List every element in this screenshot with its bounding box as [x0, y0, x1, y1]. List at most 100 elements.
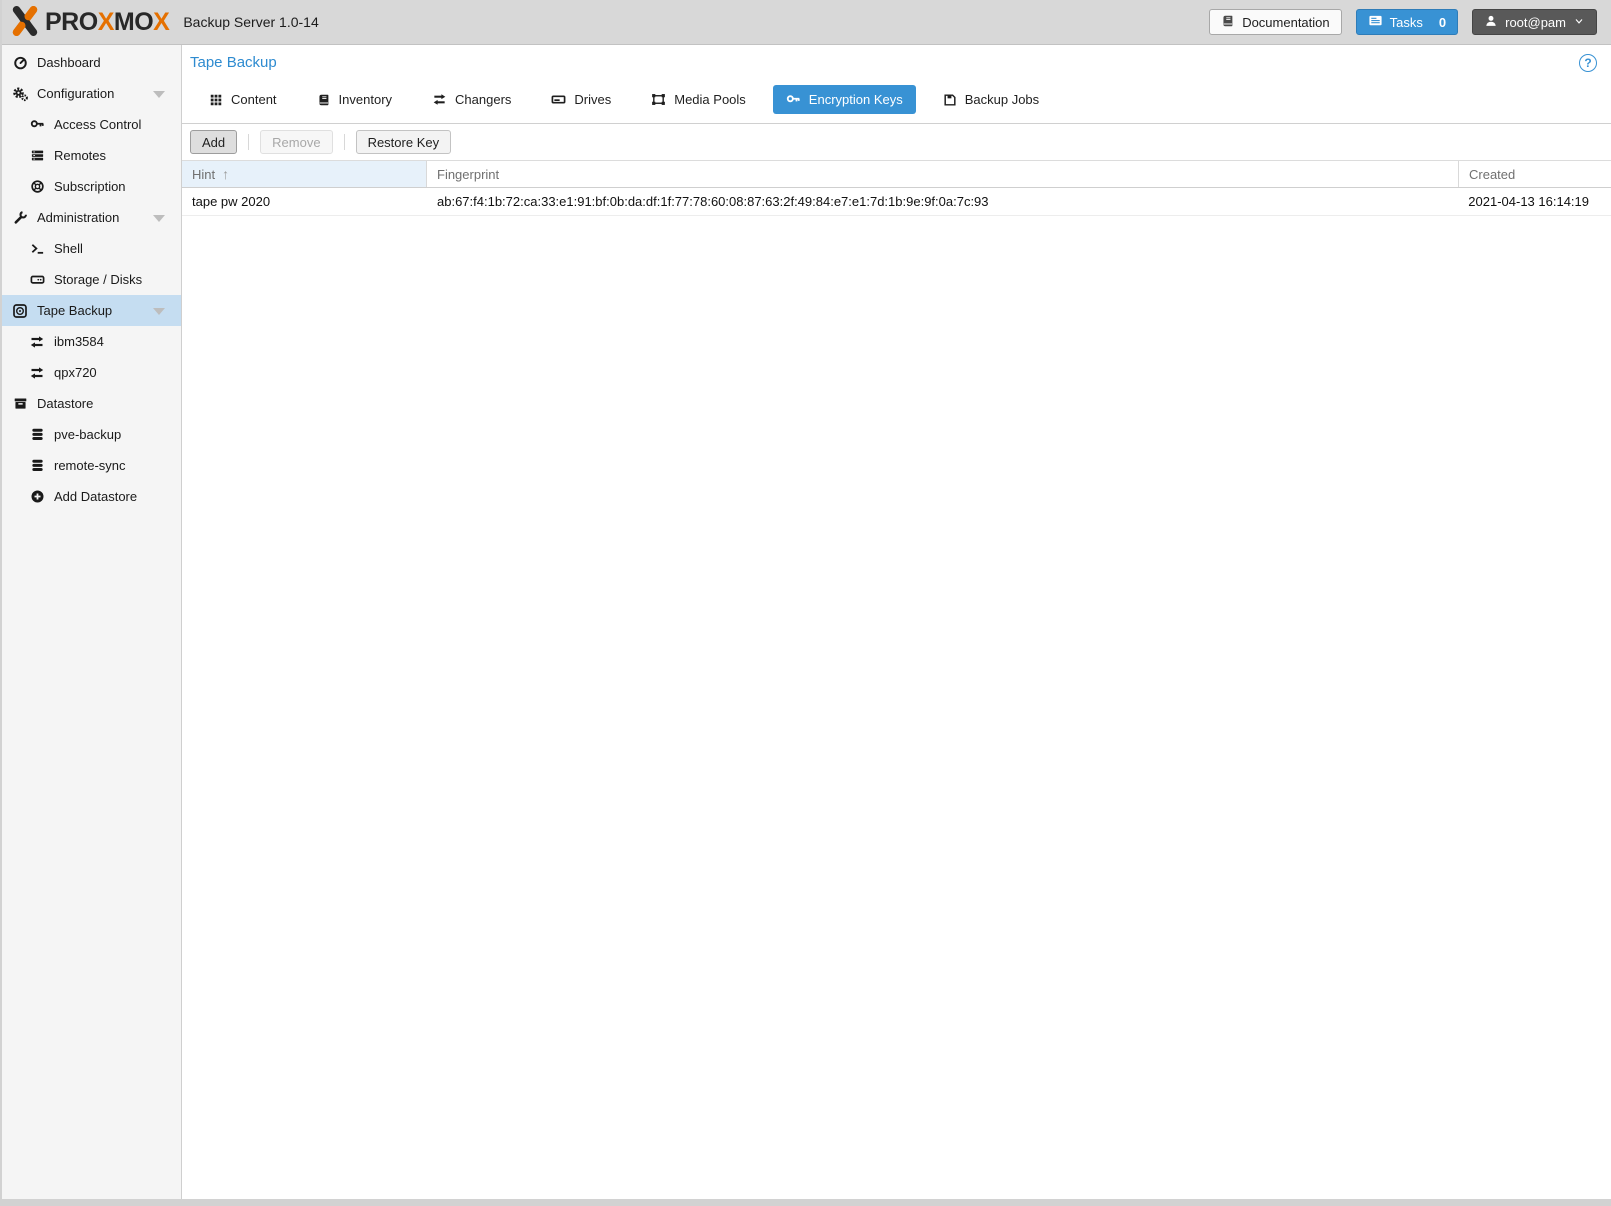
collapse-caret-icon[interactable]	[153, 215, 165, 222]
sidebar-item-access-control[interactable]: Access Control	[2, 109, 181, 140]
tab-label: Inventory	[339, 92, 392, 107]
panel-header: Tape Backup ?	[182, 45, 1611, 124]
server-stack-icon	[29, 148, 45, 164]
tab-media-pools[interactable]: Media Pools	[638, 85, 759, 114]
book-icon	[1221, 14, 1235, 31]
table-empty-area	[182, 216, 1611, 1199]
tape-icon	[12, 303, 28, 319]
cell-hint: tape pw 2020	[182, 194, 427, 209]
sidebar-item-add-datastore[interactable]: Add Datastore	[2, 481, 181, 512]
tab-backup-jobs[interactable]: Backup Jobs	[930, 85, 1052, 114]
proxmox-x-icon	[10, 6, 40, 39]
tab-encryption-keys[interactable]: Encryption Keys	[773, 85, 916, 114]
tab-label: Changers	[455, 92, 511, 107]
collapse-caret-icon[interactable]	[153, 91, 165, 98]
column-header-fingerprint[interactable]: Fingerprint	[427, 161, 1459, 187]
sidebar-item-label: Storage / Disks	[54, 272, 142, 287]
sidebar-item-configuration[interactable]: Configuration	[2, 78, 181, 109]
table-row[interactable]: tape pw 2020 ab:67:f4:1b:72:ca:33:e1:91:…	[182, 188, 1611, 216]
tab-label: Media Pools	[674, 92, 746, 107]
tab-label: Backup Jobs	[965, 92, 1039, 107]
tab-drives[interactable]: Drives	[538, 85, 624, 114]
tabbar: Content Inventory	[182, 72, 1611, 123]
logo-wordmark: PROXMOX	[45, 10, 169, 35]
key-icon	[29, 117, 45, 133]
grid-icon	[209, 93, 223, 107]
sidebar-item-remotes[interactable]: Remotes	[2, 140, 181, 171]
column-header-hint[interactable]: Hint ↑	[182, 161, 427, 187]
sidebar-item-label: Datastore	[37, 396, 93, 411]
body-row: Dashboard Configuration	[2, 45, 1611, 1199]
sidebar-item-ibm3584[interactable]: ibm3584	[2, 326, 181, 357]
object-group-icon	[651, 92, 666, 107]
help-icon[interactable]: ?	[1579, 54, 1597, 72]
wrench-icon	[12, 210, 28, 226]
tab-inventory[interactable]: Inventory	[304, 85, 405, 114]
main-panel: Tape Backup ?	[182, 45, 1611, 1199]
exchange-icon	[29, 365, 45, 381]
user-icon	[1484, 14, 1498, 31]
user-label: root@pam	[1505, 15, 1566, 30]
collapse-caret-icon[interactable]	[153, 308, 165, 315]
tasks-count-badge: 0	[1439, 15, 1446, 30]
sidebar-item-dashboard[interactable]: Dashboard	[2, 47, 181, 78]
sort-asc-icon: ↑	[222, 166, 229, 182]
documentation-label: Documentation	[1242, 15, 1329, 30]
add-button[interactable]: Add	[190, 130, 237, 154]
sidebar-item-label: Access Control	[54, 117, 141, 132]
sidebar: Dashboard Configuration	[2, 45, 182, 1199]
key-icon	[786, 92, 801, 107]
cell-created: 2021-04-13 16:14:19	[1459, 194, 1611, 209]
chevron-down-icon	[1573, 15, 1585, 30]
product-version-title: Backup Server 1.0-14	[183, 14, 318, 30]
sidebar-item-administration[interactable]: Administration	[2, 202, 181, 233]
sidebar-item-storage-disks[interactable]: Storage / Disks	[2, 264, 181, 295]
toolbar-separator	[248, 134, 249, 150]
topbar-actions: Documentation Tasks 0	[1209, 9, 1597, 35]
tasks-button[interactable]: Tasks 0	[1356, 9, 1458, 35]
save-floppy-icon	[943, 93, 957, 107]
dashboard-icon	[12, 55, 28, 71]
hdd-icon	[29, 272, 45, 288]
archive-box-icon	[12, 396, 28, 412]
task-list-icon	[1368, 13, 1383, 31]
app-shell: PROXMOX Backup Server 1.0-14 Documentati…	[2, 0, 1611, 1199]
page-title: Tape Backup	[190, 54, 277, 72]
sidebar-item-subscription[interactable]: Subscription	[2, 171, 181, 202]
sidebar-item-label: Dashboard	[37, 55, 101, 70]
sidebar-item-datastore[interactable]: Datastore	[2, 388, 181, 419]
life-ring-icon	[29, 179, 45, 195]
proxmox-logo: PROXMOX	[2, 6, 179, 39]
restore-key-button[interactable]: Restore Key	[356, 130, 452, 154]
sidebar-item-qpx720[interactable]: qpx720	[2, 357, 181, 388]
exchange-icon	[432, 92, 447, 107]
remove-button[interactable]: Remove	[260, 130, 332, 154]
sidebar-item-shell[interactable]: Shell	[2, 233, 181, 264]
sidebar-item-label: Configuration	[37, 86, 114, 101]
sidebar-item-label: ibm3584	[54, 334, 104, 349]
sidebar-item-remote-sync[interactable]: remote-sync	[2, 450, 181, 481]
toolbar: Add Remove Restore Key	[182, 124, 1611, 160]
column-header-created[interactable]: Created	[1459, 161, 1611, 187]
sidebar-item-label: Add Datastore	[54, 489, 137, 504]
cell-fingerprint: ab:67:f4:1b:72:ca:33:e1:91:bf:0b:da:df:1…	[427, 194, 1459, 209]
gears-icon	[12, 86, 28, 102]
tab-changers[interactable]: Changers	[419, 85, 524, 114]
plus-circle-icon	[29, 489, 45, 505]
tab-label: Encryption Keys	[809, 92, 903, 107]
documentation-button[interactable]: Documentation	[1209, 9, 1341, 35]
tape-drive-icon	[551, 92, 566, 107]
user-menu-button[interactable]: root@pam	[1472, 9, 1597, 35]
tab-content[interactable]: Content	[196, 85, 290, 114]
sidebar-item-pve-backup[interactable]: pve-backup	[2, 419, 181, 450]
sidebar-item-label: Shell	[54, 241, 83, 256]
sidebar-item-label: Tape Backup	[37, 303, 112, 318]
sidebar-item-label: Remotes	[54, 148, 106, 163]
sidebar-item-tape-backup[interactable]: Tape Backup	[2, 295, 181, 326]
database-icon	[29, 458, 45, 474]
sidebar-item-label: Administration	[37, 210, 119, 225]
tasks-label: Tasks	[1390, 15, 1423, 30]
sidebar-item-label: remote-sync	[54, 458, 126, 473]
toolbar-separator	[344, 134, 345, 150]
database-icon	[29, 427, 45, 443]
